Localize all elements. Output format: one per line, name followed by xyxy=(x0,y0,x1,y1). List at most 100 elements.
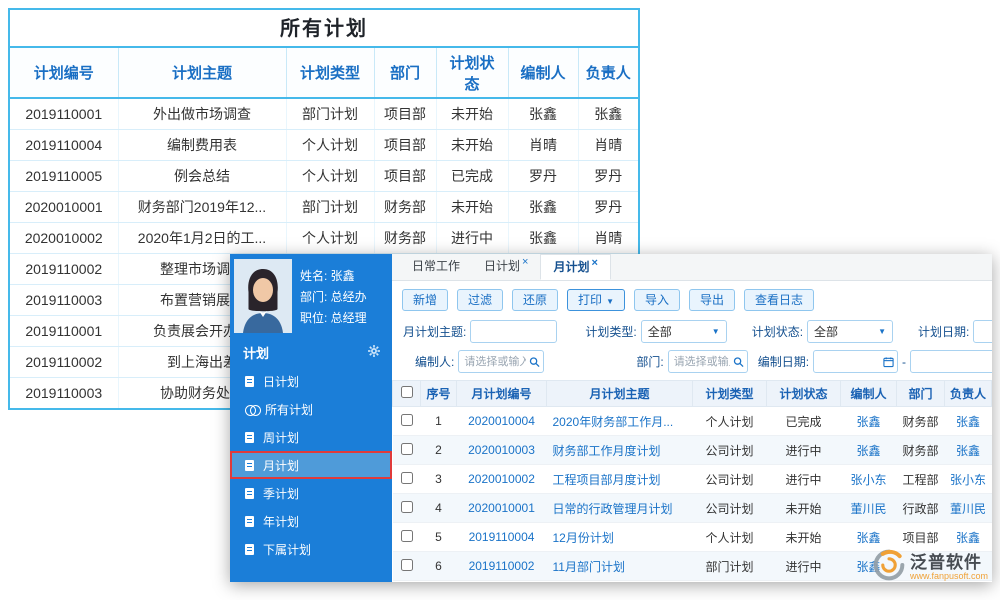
add-button[interactable]: 新增 xyxy=(402,289,448,311)
table-cell: 例会总结 xyxy=(118,160,286,191)
table-row[interactable]: 2019110001外出做市场调查部门计划项目部未开始张鑫张鑫 xyxy=(10,98,638,129)
table-row[interactable]: 22020010003财务部工作月度计划公司计划进行中张鑫财务部张鑫 xyxy=(393,436,992,465)
row-checkbox[interactable] xyxy=(401,559,413,571)
row-checkbox[interactable] xyxy=(401,501,413,513)
table-row[interactable]: 42020010001日常的行政管理月计划公司计划未开始董川民行政部董川民 xyxy=(393,494,992,523)
owner-link[interactable]: 张鑫 xyxy=(956,415,980,429)
cell-number[interactable]: 2020010002 xyxy=(457,465,547,494)
subject-link[interactable]: 12月份计划 xyxy=(553,531,614,545)
sidebar-item-day-plan[interactable]: 日计划 xyxy=(230,367,392,395)
cell-number[interactable]: 2020010001 xyxy=(457,494,547,523)
number-link[interactable]: 2020010003 xyxy=(468,443,535,457)
cell-subject[interactable]: 12月份计划 xyxy=(547,523,693,552)
subject-link[interactable]: 工程项目部月度计划 xyxy=(553,473,661,487)
compiler-link[interactable]: 张鑫 xyxy=(856,415,880,429)
owner-link[interactable]: 张小东 xyxy=(950,473,986,487)
cell-subject[interactable]: 工程项目部月度计划 xyxy=(547,465,693,494)
cell-number[interactable]: 2019110004 xyxy=(457,523,547,552)
sidebar-item-all-plans[interactable]: 所有计划 xyxy=(230,395,392,423)
subject-link[interactable]: 日常的行政管理月计划 xyxy=(553,502,673,516)
subject-link[interactable]: 财务部工作月度计划 xyxy=(553,444,661,458)
row-checkbox[interactable] xyxy=(401,443,413,455)
cell-compiler[interactable]: 张鑫 xyxy=(841,436,897,465)
cell-subject[interactable]: 日常的行政管理月计划 xyxy=(547,494,693,523)
select-all-checkbox[interactable] xyxy=(401,386,413,398)
search-icon[interactable] xyxy=(733,356,744,367)
cell-number[interactable]: 2020010003 xyxy=(457,436,547,465)
checkbox-cell xyxy=(393,523,421,552)
subject-link[interactable]: 11月部门计划 xyxy=(553,560,625,574)
cell-owner[interactable]: 张小东 xyxy=(945,465,992,494)
sidebar-item-quarter-plan[interactable]: 季计划 xyxy=(230,479,392,507)
number-link[interactable]: 2020010002 xyxy=(468,472,535,486)
plan-date-input[interactable] xyxy=(973,320,992,343)
fanpu-logo-text: 泛普软件 www.fanpusoft.com xyxy=(910,548,988,581)
compiler-link[interactable]: 董川民 xyxy=(850,502,886,516)
user-avatar xyxy=(234,259,292,333)
table-row[interactable]: 2019110004编制费用表个人计划项目部未开始肖晴肖晴 xyxy=(10,129,638,160)
number-link[interactable]: 2019110002 xyxy=(469,559,535,573)
document-icon xyxy=(245,488,254,499)
cell-subject[interactable]: 财务部工作月度计划 xyxy=(547,436,693,465)
sidebar-item-month-plan[interactable]: 月计划 xyxy=(230,451,392,479)
month-plan-subject-input[interactable] xyxy=(470,320,557,343)
cell-subject[interactable]: 11月部门计划 xyxy=(547,552,693,581)
search-icon[interactable] xyxy=(529,356,540,367)
import-button[interactable]: 导入 xyxy=(634,289,680,311)
sidebar-item-year-plan[interactable]: 年计划 xyxy=(230,507,392,535)
view-log-button[interactable]: 查看日志 xyxy=(744,289,814,311)
close-icon[interactable]: × xyxy=(591,257,597,269)
cell-compiler[interactable]: 张小东 xyxy=(841,465,897,494)
settings-gear-icon[interactable] xyxy=(367,344,381,361)
plan-status-select[interactable]: 全部▼ xyxy=(807,320,893,343)
sidebar-item-week-plan[interactable]: 周计划 xyxy=(230,423,392,451)
cell-owner[interactable]: 董川民 xyxy=(945,494,992,523)
tab-day-plan[interactable]: 日计划× xyxy=(472,254,540,280)
row-checkbox[interactable] xyxy=(401,414,413,426)
cell-number[interactable]: 2020010004 xyxy=(457,407,547,436)
number-link[interactable]: 2020010004 xyxy=(468,414,535,428)
compiler-link[interactable]: 张鑫 xyxy=(856,444,880,458)
print-button[interactable]: 打印▼ xyxy=(567,289,625,311)
number-link[interactable]: 2019110004 xyxy=(469,530,535,544)
tab-bar: 日常工作 日计划× 月计划× xyxy=(392,254,992,281)
sidebar-item-subordinate-plan[interactable]: 下属计划 xyxy=(230,535,392,563)
table-row[interactable]: 120200100042020年财务部工作月...个人计划已完成张鑫财务部张鑫 xyxy=(393,407,992,436)
tab-daily-work[interactable]: 日常工作 xyxy=(400,254,472,280)
subject-link[interactable]: 2020年财务部工作月... xyxy=(553,415,674,429)
owner-link[interactable]: 董川民 xyxy=(950,502,986,516)
row-checkbox[interactable] xyxy=(401,530,413,542)
table-row[interactable]: 2020010001财务部门2019年12...部门计划财务部未开始张鑫罗丹 xyxy=(10,191,638,222)
cell-number[interactable]: 2019110002 xyxy=(457,552,547,581)
cell-type: 部门计划 xyxy=(693,552,767,581)
compiler-link[interactable]: 张鑫 xyxy=(856,531,880,545)
compiler-link[interactable]: 张小东 xyxy=(850,473,886,487)
tab-month-plan[interactable]: 月计划× xyxy=(540,254,610,280)
number-link[interactable]: 2020010001 xyxy=(468,501,535,515)
owner-link[interactable]: 张鑫 xyxy=(956,444,980,458)
table-cell: 已完成 xyxy=(436,160,508,191)
plan-type-select[interactable]: 全部▼ xyxy=(641,320,727,343)
table-row[interactable]: 32020010002工程项目部月度计划公司计划进行中张小东工程部张小东 xyxy=(393,465,992,494)
restore-button[interactable]: 还原 xyxy=(512,289,558,311)
cell-compiler[interactable]: 张鑫 xyxy=(841,407,897,436)
cell-compiler[interactable]: 董川民 xyxy=(841,494,897,523)
cell-owner[interactable]: 张鑫 xyxy=(945,436,992,465)
fanpu-watermark: 泛普软件 www.fanpusoft.com xyxy=(873,548,988,581)
compile-date-end-input[interactable] xyxy=(910,350,992,373)
row-checkbox[interactable] xyxy=(401,472,413,484)
export-button[interactable]: 导出 xyxy=(689,289,735,311)
cell-status: 已完成 xyxy=(767,407,841,436)
table-cell: 财务部 xyxy=(374,191,436,222)
calendar-icon[interactable] xyxy=(883,356,894,367)
filter-button[interactable]: 过滤 xyxy=(457,289,503,311)
owner-link[interactable]: 张鑫 xyxy=(956,531,980,545)
cell-no: 1 xyxy=(421,407,457,436)
table-row[interactable]: 20200100022020年1月2日的工...个人计划财务部进行中张鑫肖晴 xyxy=(10,222,638,253)
column-header: 部门 xyxy=(374,48,436,98)
close-icon[interactable]: × xyxy=(522,256,528,268)
cell-subject[interactable]: 2020年财务部工作月... xyxy=(547,407,693,436)
checkbox-cell xyxy=(393,436,421,465)
table-row[interactable]: 2019110005例会总结个人计划项目部已完成罗丹罗丹 xyxy=(10,160,638,191)
cell-owner[interactable]: 张鑫 xyxy=(945,407,992,436)
